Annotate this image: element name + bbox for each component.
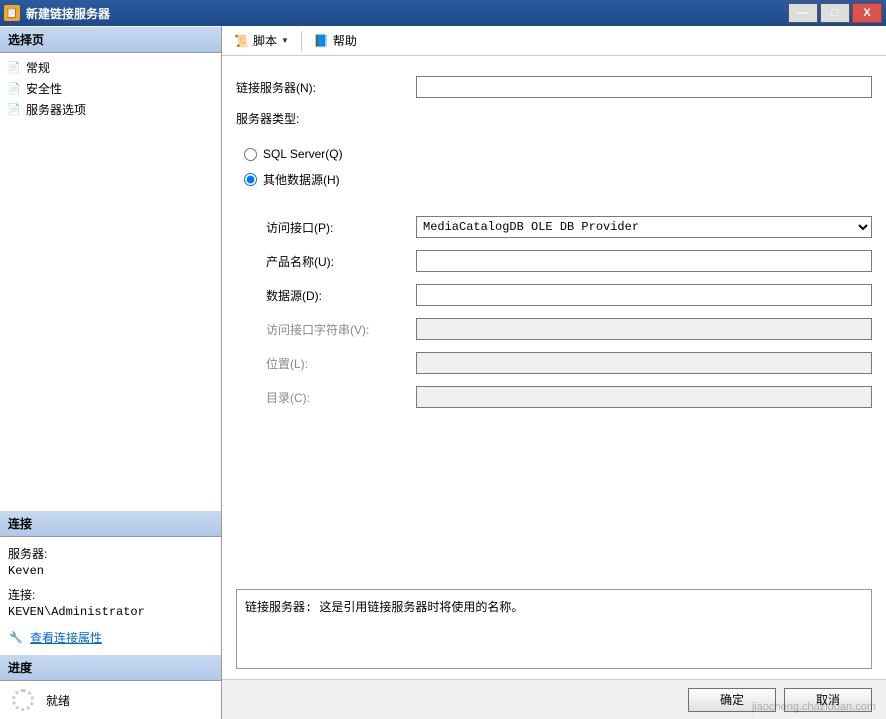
properties-icon: 🔧: [8, 630, 24, 646]
radio-other[interactable]: [244, 173, 257, 186]
script-label: 脚本: [253, 32, 277, 49]
provstring-label: 访问接口字符串(V):: [236, 321, 416, 338]
script-button[interactable]: 📜 脚本 ▼: [230, 30, 293, 51]
script-icon: 📜: [234, 34, 249, 48]
catalog-input: [416, 386, 872, 408]
form-area: 链接服务器(N): 服务器类型: SQL Server(Q) 其他数据源(H) …: [222, 56, 886, 589]
datasource-label: 数据源(D):: [236, 287, 416, 304]
conn-value: KEVEN\Administrator: [8, 605, 213, 619]
progress-header: 进度: [0, 654, 221, 681]
radio-sqlserver[interactable]: [244, 148, 257, 161]
nav-item-general[interactable]: 📄 常规: [0, 57, 221, 78]
datasource-input[interactable]: [416, 284, 872, 306]
location-label: 位置(L):: [236, 355, 416, 372]
nav-item-security[interactable]: 📄 安全性: [0, 78, 221, 99]
chevron-down-icon: ▼: [281, 36, 289, 45]
help-label: 帮助: [333, 32, 357, 49]
window-title: 新建链接服务器: [26, 5, 788, 22]
nav-list: 📄 常规 📄 安全性 📄 服务器选项: [0, 53, 221, 124]
titlebar: 📋 新建链接服务器 — □ X: [0, 0, 886, 26]
separator: [301, 31, 302, 51]
main-panel: 📜 脚本 ▼ 📘 帮助 链接服务器(N): 服务器类型: SQL: [222, 26, 886, 719]
location-input: [416, 352, 872, 374]
nav-label: 安全性: [26, 80, 62, 97]
provstring-input: [416, 318, 872, 340]
conn-label: 连接:: [8, 586, 213, 603]
connection-header: 连接: [0, 510, 221, 537]
nav-label: 服务器选项: [26, 101, 86, 118]
page-icon: 📄: [6, 81, 22, 97]
nav-label: 常规: [26, 59, 50, 76]
server-value: Keven: [8, 564, 213, 578]
server-label: 服务器:: [8, 545, 213, 562]
sidebar: 选择页 📄 常规 📄 安全性 📄 服务器选项 连接 服务器: Keven 连接:…: [0, 26, 222, 719]
app-icon: 📋: [4, 5, 20, 21]
provider-label: 访问接口(P):: [236, 219, 416, 236]
provider-select[interactable]: MediaCatalogDB OLE DB Provider: [416, 216, 872, 238]
page-icon: 📄: [6, 102, 22, 118]
connection-panel: 服务器: Keven 连接: KEVEN\Administrator 🔧 查看连…: [0, 537, 221, 654]
progress-panel: 就绪: [0, 681, 221, 719]
ok-button[interactable]: 确定: [688, 688, 776, 712]
product-label: 产品名称(U):: [236, 253, 416, 270]
help-icon: 📘: [314, 34, 329, 48]
linked-server-input[interactable]: [416, 76, 872, 98]
close-button[interactable]: X: [852, 3, 882, 23]
nav-item-options[interactable]: 📄 服务器选项: [0, 99, 221, 120]
help-button[interactable]: 📘 帮助: [310, 30, 361, 51]
radio-sqlserver-row[interactable]: SQL Server(Q): [236, 147, 872, 161]
radio-sqlserver-label: SQL Server(Q): [263, 147, 343, 161]
product-input[interactable]: [416, 250, 872, 272]
catalog-label: 目录(C):: [236, 389, 416, 406]
page-icon: 📄: [6, 60, 22, 76]
button-bar: 确定 取消: [222, 679, 886, 719]
cancel-button[interactable]: 取消: [784, 688, 872, 712]
server-type-label: 服务器类型:: [236, 110, 416, 127]
select-page-header: 选择页: [0, 26, 221, 53]
radio-other-label: 其他数据源(H): [263, 171, 340, 188]
window-controls: — □ X: [788, 3, 882, 23]
toolbar: 📜 脚本 ▼ 📘 帮助: [222, 26, 886, 56]
maximize-button[interactable]: □: [820, 3, 850, 23]
minimize-button[interactable]: —: [788, 3, 818, 23]
linked-server-label: 链接服务器(N):: [236, 79, 416, 96]
radio-other-row[interactable]: 其他数据源(H): [236, 171, 872, 188]
progress-status: 就绪: [46, 692, 70, 709]
view-connection-props-link[interactable]: 查看连接属性: [30, 629, 102, 646]
hint-box: 链接服务器: 这是引用链接服务器时将使用的名称。: [236, 589, 872, 669]
spinner-icon: [12, 689, 34, 711]
